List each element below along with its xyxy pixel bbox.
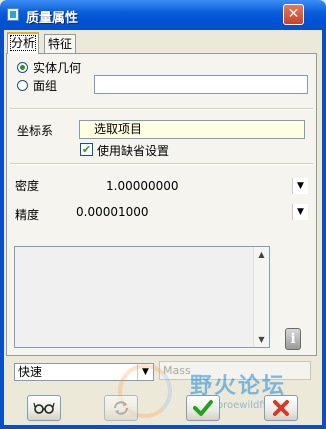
accuracy-value: 0.00001000 (76, 205, 149, 219)
density-dropdown[interactable]: ▼ (292, 178, 308, 194)
chevron-down-icon: ▼ (292, 204, 308, 220)
section-divider (10, 108, 313, 110)
chevron-down-icon: ▼ (292, 178, 308, 194)
radio-quilt[interactable] (17, 80, 28, 91)
section-divider (10, 163, 313, 165)
accuracy-label: 精度 (15, 208, 40, 222)
cancel-button[interactable] (264, 395, 298, 421)
close-button[interactable]: ✕ (283, 4, 304, 25)
radio-solid-geometry[interactable] (17, 62, 28, 73)
tab-features[interactable]: 特征 (44, 34, 77, 54)
checkmark-icon: ✔ (81, 143, 92, 156)
use-default-checkbox[interactable]: ✔ (80, 143, 93, 156)
mass-properties-dialog: 质量属性 ✕ 分析 特征 实体几何 面组 坐标系 选取项目 ✔ 使用缺省设置 密… (0, 0, 326, 429)
window-frame-right (322, 30, 326, 429)
preview-button[interactable] (27, 395, 61, 421)
info-icon[interactable]: i (285, 328, 301, 350)
chevron-down-icon: ▼ (137, 364, 153, 380)
repeat-button[interactable] (104, 395, 138, 421)
coordinate-system-value: 选取项目 (94, 122, 143, 136)
app-icon (7, 8, 19, 21)
mass-button[interactable]: Mass (159, 361, 311, 380)
density-label: 密度 (15, 179, 40, 193)
checkmark-icon (193, 400, 213, 416)
glasses-icon (33, 402, 55, 414)
cross-icon (273, 400, 289, 416)
ok-button[interactable] (186, 395, 220, 421)
tab-features-label: 特征 (48, 37, 73, 51)
window-frame-bottom (0, 425, 326, 429)
refresh-icon (114, 401, 128, 415)
radio-solid-geometry-label: 实体几何 (33, 61, 82, 75)
density-value: 1.00000000 (106, 179, 179, 193)
mode-select-value: 快速 (18, 365, 43, 379)
results-list[interactable]: ▲ ▼ (14, 246, 270, 348)
radio-quilt-label: 面组 (33, 79, 58, 93)
results-scrollbar[interactable]: ▲ ▼ (253, 247, 269, 347)
accuracy-dropdown[interactable]: ▼ (292, 204, 308, 220)
tab-analysis-label: 分析 (9, 35, 37, 51)
mode-select[interactable]: 快速 ▼ (14, 363, 154, 381)
window-title: 质量属性 (26, 11, 79, 26)
scroll-down-icon[interactable]: ▼ (254, 332, 269, 347)
quilt-input[interactable] (94, 75, 308, 94)
tab-analysis[interactable]: 分析 (7, 32, 40, 54)
window-frame-left (0, 30, 4, 429)
use-default-label: 使用缺省设置 (97, 144, 170, 158)
coordinate-system-selector[interactable]: 选取项目 (79, 120, 305, 139)
coordinate-system-label: 坐标系 (17, 124, 54, 138)
scroll-up-icon[interactable]: ▲ (254, 247, 269, 262)
title-bar[interactable]: 质量属性 ✕ (0, 0, 326, 30)
